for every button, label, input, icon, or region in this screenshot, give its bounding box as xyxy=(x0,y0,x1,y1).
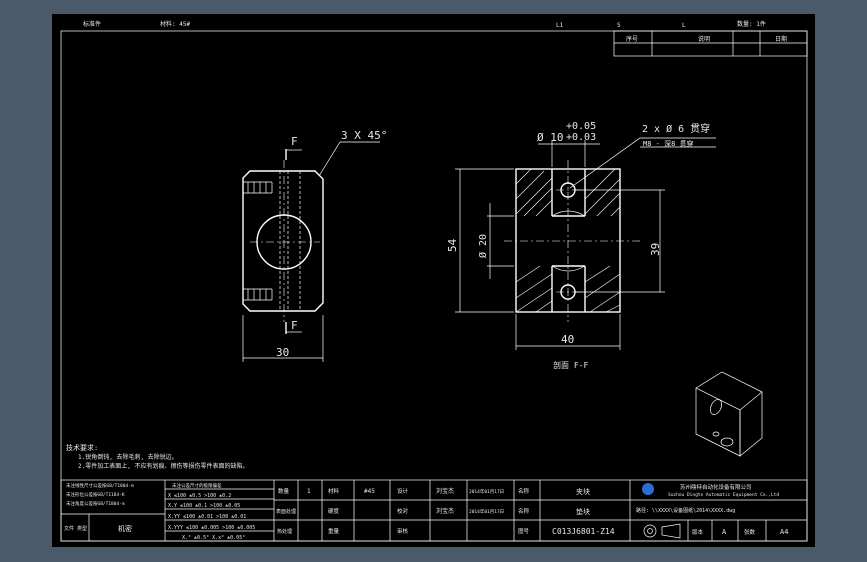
tb-r3-c1: 热处理 xyxy=(277,528,292,535)
tol-head-right: 未注公差尺寸的极限偏差 xyxy=(172,482,222,489)
top-strip-l: L xyxy=(682,22,686,29)
tol-row-1: X ≤100 ±0.5 >100 ±0.2 xyxy=(168,493,231,499)
tech-title: 技术要求: xyxy=(66,443,98,452)
sheet-label: 张数 xyxy=(744,528,756,536)
tb-r2-c6: 刘宝杰 xyxy=(436,507,454,515)
tb-r2-c3: 硬度 xyxy=(328,507,340,515)
tb-r3-c5: 审核 xyxy=(397,527,409,535)
rev-col-1: 序号 xyxy=(626,35,638,43)
top-strip-l1: L1 xyxy=(556,22,564,29)
tol-row-5: X.° ±0.5° X.x° ±0.05° xyxy=(182,535,245,541)
top-strip-left1: 标准件 xyxy=(83,20,101,28)
top-strip-left2: 材料: 45# xyxy=(160,20,190,28)
tol-head-left2: 未注形位公差按GB/T1184-K xyxy=(66,491,125,498)
tol-lower: +0.03 xyxy=(566,132,596,143)
dim-width-30: 30 xyxy=(276,346,289,359)
dim-39: 39 xyxy=(649,243,662,256)
tb-r1-c7: 2014年01月17日 xyxy=(469,488,504,495)
drawing-number: C013J6801-Z14 xyxy=(552,527,615,536)
tol-row-2: X.Y ≤100 ±0.1 >100 ±0.05 xyxy=(168,503,240,509)
company-name: 苏州鼎特自动化设备有限公司 xyxy=(680,483,752,491)
tb-r1-c3: 材料 xyxy=(328,487,340,495)
tb-r3-c8: 图号 xyxy=(518,527,530,535)
tb-r3-c3: 重量 xyxy=(328,527,340,535)
section-caption: 剖面 F-F xyxy=(553,360,588,370)
tb-r2-c9: 垫块 xyxy=(576,507,590,516)
confidential: 机密 xyxy=(118,524,132,533)
dim-height-54: 54 xyxy=(446,238,459,252)
tb-r1-c2: 1 xyxy=(307,488,311,495)
tech-line-1: 1.锐角倒钝, 去除毛刺, 去除锐边。 xyxy=(78,453,178,461)
tb-r1-c9: 夹块 xyxy=(576,487,590,496)
tb-r1-c5: 设计 xyxy=(397,487,409,495)
tech-line-2: 2.零件加工表面上, 不应有划痕、擦伤等损伤零件表面的缺陷。 xyxy=(78,462,248,470)
tb-r2-c8: 名称 xyxy=(518,507,530,515)
top-strip-s: S xyxy=(617,22,621,29)
sheet-size: A4 xyxy=(780,528,788,536)
company-logo-icon xyxy=(642,483,654,495)
cad-drawing: 标准件 材料: 45# L1 S L 数量: 1件 序号 说明 日期 F F 3… xyxy=(52,14,815,547)
tb-r1-c6: 刘宝杰 xyxy=(436,487,454,495)
dim-width-40: 40 xyxy=(561,333,574,346)
tol-row-3: X.YY ≤100 ±0.01 >100 ±0.01 xyxy=(168,514,246,520)
tb-r2-c7: 2014年01月17日 xyxy=(469,508,504,515)
tol-upper: +0.05 xyxy=(566,121,596,132)
tol-row-4: X.YYY ≤100 ±0.005 >100 ±0.005 xyxy=(168,525,255,531)
tb-r2-c5: 校对 xyxy=(397,507,409,515)
doc-type: 文件 类型 xyxy=(64,525,87,532)
dim-bore-dia: Ø 10 xyxy=(537,131,564,144)
tol-head-left3: 未注角度公差按GB/T1804-m xyxy=(66,500,125,507)
label-f-bottom: F xyxy=(291,319,298,332)
tb-r2-c1: 表面处理 xyxy=(276,508,296,515)
rev-col-3: 日期 xyxy=(775,35,787,43)
tb-r1-c4: #45 xyxy=(364,488,375,495)
rev-col-2: 说明 xyxy=(698,35,710,43)
hole-note: 2 x Ø 6 贯穿 xyxy=(642,122,710,135)
label-f-top: F xyxy=(291,135,298,148)
file-path: 路径: \\XXXX\设备图纸\2014\XXXX.dwg xyxy=(636,507,735,514)
tb-r1-c1: 数量 xyxy=(278,487,290,495)
top-strip-qty: 数量: 1件 xyxy=(737,20,766,28)
tb-r1-c8: 名称 xyxy=(518,487,530,495)
version-label: 版本 xyxy=(692,528,704,536)
chamfer-note: 3 X 45° xyxy=(341,129,387,142)
hole-note-2: M8 - 深8 贯穿 xyxy=(643,139,694,148)
dim-dia-20: Ø 20 xyxy=(477,234,489,258)
tol-head-left1: 未注线性尺寸公差按GB/T1804-m xyxy=(66,482,134,489)
company-name-en: Suzhou Dingte Automatic Equipment Co.,Lt… xyxy=(668,492,779,498)
